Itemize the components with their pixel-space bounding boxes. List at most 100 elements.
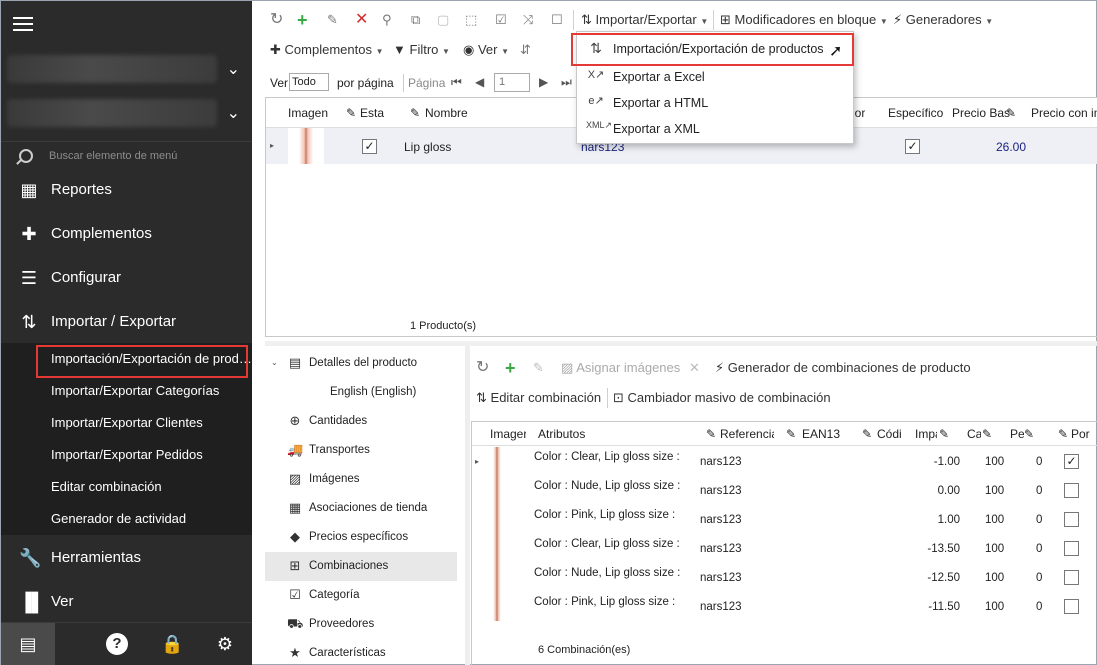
combination-weight[interactable]: 0 bbox=[1036, 601, 1042, 613]
tree-item-combinations[interactable]: ⊞ Combinaciones bbox=[265, 552, 457, 581]
copy-icon[interactable]: ⧉ bbox=[411, 11, 420, 29]
default-checkbox[interactable] bbox=[1064, 483, 1079, 498]
col-specific[interactable]: Específico bbox=[888, 106, 943, 120]
submenu-item-activity-generator[interactable]: Generador de actividad bbox=[1, 503, 252, 535]
nav-ver[interactable]: ▐▌ Ver bbox=[1, 580, 252, 624]
combination-attributes[interactable]: Color : Nude, Lip gloss size : bbox=[534, 567, 680, 579]
table-row[interactable]: Color : Pink, Lip gloss size : nars123 1.0… bbox=[472, 505, 1097, 534]
lock-icon[interactable]: 🔒 bbox=[161, 633, 183, 655]
help-icon[interactable]: ? bbox=[106, 633, 128, 655]
page-input[interactable]: 1 bbox=[494, 73, 530, 92]
default-checkbox[interactable] bbox=[1064, 512, 1079, 527]
hamburger-menu-icon[interactable] bbox=[13, 13, 39, 35]
tree-item-store-associations[interactable]: ▦ Asociaciones de tienda bbox=[265, 494, 465, 523]
tree-item-transports[interactable]: 🚚 Transportes bbox=[265, 436, 465, 465]
menu-item-export-excel[interactable]: X↗ Exportar a Excel bbox=[583, 64, 849, 90]
prev-page-icon[interactable]: ◀ bbox=[475, 75, 484, 89]
col-price-with[interactable]: Precio con im bbox=[1031, 106, 1097, 120]
col-impact[interactable]: Impa bbox=[915, 427, 937, 441]
combination-weight[interactable]: 0 bbox=[1036, 456, 1042, 468]
tree-item-category[interactable]: ☑ Categoría bbox=[265, 581, 465, 610]
submenu-item-categories[interactable]: Importar/Exportar Categorías bbox=[1, 375, 252, 407]
generators-button[interactable]: ⚡ Generadores ▼ bbox=[893, 11, 993, 29]
find-icon[interactable]: ⚲ bbox=[382, 11, 392, 29]
submenu-item-edit-combination[interactable]: Editar combinación bbox=[1, 471, 252, 503]
combination-impact[interactable]: -11.50 bbox=[912, 601, 960, 613]
edit-icon[interactable]: ✎ bbox=[533, 359, 544, 377]
combination-quantity[interactable]: 100 bbox=[985, 572, 1004, 584]
combination-quantity[interactable]: 100 bbox=[985, 485, 1004, 497]
addons-button[interactable]: ✚ Complementos ▼ bbox=[270, 41, 384, 59]
combination-impact[interactable]: -1.00 bbox=[912, 456, 960, 468]
combination-reference[interactable]: nars123 bbox=[700, 572, 742, 584]
combination-quantity[interactable]: 100 bbox=[985, 456, 1004, 468]
tree-item-details[interactable]: ⌄ ▤ Detalles del producto bbox=[265, 349, 465, 378]
language-selector[interactable]: ⌄ bbox=[1, 93, 252, 133]
store-button[interactable]: ▤ bbox=[1, 623, 55, 665]
combination-quantity[interactable]: 100 bbox=[985, 601, 1004, 613]
combination-reference[interactable]: nars123 bbox=[700, 485, 742, 497]
combination-weight[interactable]: 0 bbox=[1036, 572, 1042, 584]
table-row[interactable]: ▸ Color : Clear, Lip gloss size : nars123 -… bbox=[472, 447, 1097, 476]
bulk-combination-changer-button[interactable]: ⊡ Cambiador masivo de combinación bbox=[613, 389, 831, 407]
nav-complementos[interactable]: ✚ Complementos bbox=[1, 212, 252, 256]
combination-attributes[interactable]: Color : Nude, Lip gloss size : bbox=[534, 480, 680, 492]
combination-quantity[interactable]: 100 bbox=[985, 543, 1004, 555]
next-page-icon[interactable]: ▶ bbox=[539, 75, 548, 89]
col-ean13[interactable]: EAN13 bbox=[802, 427, 840, 441]
shop-selector[interactable]: ⌄ bbox=[1, 49, 252, 89]
combination-reference[interactable]: nars123 bbox=[700, 514, 742, 526]
combination-attributes[interactable]: Color : Pink, Lip gloss size : bbox=[534, 596, 675, 608]
nav-reportes[interactable]: ▦ Reportes bbox=[1, 168, 252, 212]
tree-item-language[interactable]: English (English) bbox=[265, 378, 465, 407]
default-checkbox[interactable]: ✓ bbox=[1064, 454, 1079, 469]
combination-impact[interactable]: 0.00 bbox=[912, 485, 960, 497]
combination-attributes[interactable]: Color : Clear, Lip gloss size : bbox=[534, 538, 680, 550]
refresh-icon[interactable]: ↻ bbox=[476, 359, 489, 377]
col-quantity[interactable]: Ca bbox=[967, 427, 981, 441]
product-name[interactable]: Lip gloss bbox=[404, 140, 451, 154]
col-image[interactable]: Imager bbox=[490, 427, 526, 441]
filter-button[interactable]: ▼ Filtro ▼ bbox=[393, 41, 450, 59]
delete-icon[interactable]: ✕ bbox=[355, 11, 368, 29]
edit-icon[interactable]: ✎ bbox=[327, 11, 338, 29]
last-page-icon[interactable]: ⏭ bbox=[561, 75, 572, 90]
add-icon[interactable]: + bbox=[505, 359, 516, 377]
combination-reference[interactable]: nars123 bbox=[700, 456, 742, 468]
submenu-item-customers[interactable]: Importar/Exportar Clientes bbox=[1, 407, 252, 439]
nav-herramientas[interactable]: 🔧 Herramientas bbox=[1, 536, 252, 580]
col-default[interactable]: Por bbox=[1071, 427, 1090, 441]
default-checkbox[interactable] bbox=[1064, 599, 1079, 614]
menu-item-export-xml[interactable]: XML↗ Exportar a XML bbox=[583, 116, 849, 142]
combination-attributes[interactable]: Color : Clear, Lip gloss size : bbox=[534, 451, 680, 463]
col-color[interactable]: lor bbox=[852, 106, 865, 120]
combination-generator-button[interactable]: ⚡ Generador de combinaciones de producto bbox=[715, 359, 971, 377]
default-checkbox[interactable] bbox=[1064, 570, 1079, 585]
table-row[interactable]: Color : Nude, Lip gloss size : nars123 0.0… bbox=[472, 476, 1097, 505]
import-export-menu-button[interactable]: ⇅ Importar/Exportar ▼ bbox=[581, 11, 708, 29]
tree-item-specific-prices[interactable]: ◆ Precios específicos bbox=[265, 523, 465, 552]
vertical-splitter[interactable] bbox=[465, 346, 470, 665]
send-icon[interactable]: ☑ bbox=[495, 11, 507, 29]
combination-weight[interactable]: 0 bbox=[1036, 543, 1042, 555]
nav-configurar[interactable]: ☰ Configurar bbox=[1, 256, 252, 300]
check-doc-icon[interactable]: ☐ bbox=[551, 11, 563, 29]
sort-icon[interactable]: ⇵ bbox=[520, 41, 531, 59]
delete-icon[interactable]: ✕ bbox=[689, 359, 700, 377]
gear-icon[interactable]: ⚙ bbox=[214, 633, 236, 655]
table-row[interactable]: Color : Pink, Lip gloss size : nars123 -11… bbox=[472, 592, 1097, 621]
assign-images-button[interactable]: ▨ Asignar imágenes bbox=[561, 359, 680, 377]
specific-checkbox[interactable]: ✓ bbox=[905, 139, 920, 154]
horizontal-splitter[interactable] bbox=[265, 341, 1097, 346]
product-base-price[interactable]: 26.00 bbox=[996, 140, 1026, 154]
tree-item-images[interactable]: ▨ Imágenes bbox=[265, 465, 465, 494]
combination-weight[interactable]: 0 bbox=[1036, 485, 1042, 497]
view-button[interactable]: ◉ Ver ▼ bbox=[463, 41, 509, 59]
status-checkbox[interactable]: ✓ bbox=[362, 139, 377, 154]
per-page-select[interactable]: Todo bbox=[289, 73, 329, 91]
menu-search[interactable]: Buscar elemento de menú bbox=[1, 141, 252, 171]
add-icon[interactable]: + bbox=[297, 11, 308, 29]
first-page-icon[interactable]: ⏮ bbox=[451, 75, 462, 90]
combination-attributes[interactable]: Color : Pink, Lip gloss size : bbox=[534, 509, 675, 521]
combination-impact[interactable]: -12.50 bbox=[912, 572, 960, 584]
